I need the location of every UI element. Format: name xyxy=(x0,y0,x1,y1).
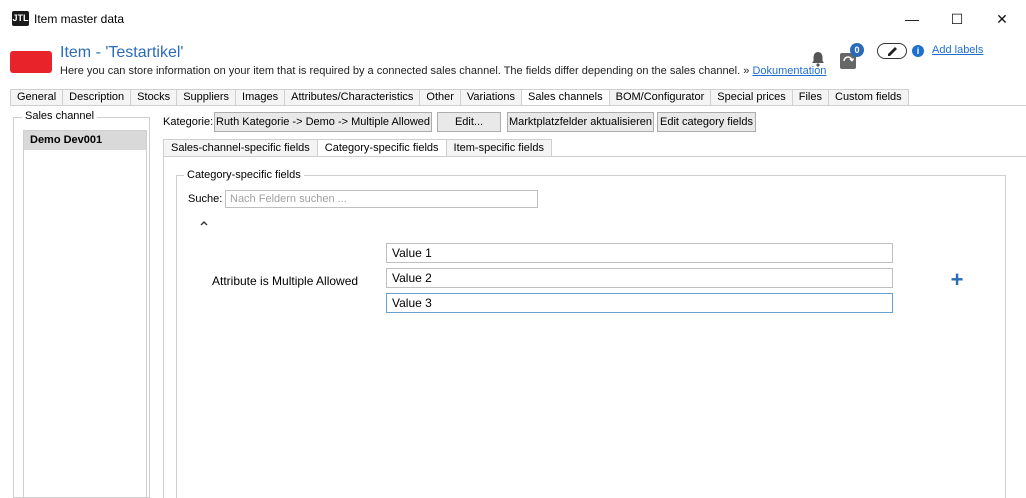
tab-general[interactable]: General xyxy=(10,89,63,106)
subtab-sales-channel-fields[interactable]: Sales-channel-specific fields xyxy=(163,139,317,157)
tab-stocks[interactable]: Stocks xyxy=(130,89,177,106)
category-fields-legend: Category-specific fields xyxy=(184,169,304,181)
chevron-up-icon[interactable] xyxy=(199,218,209,228)
sales-channel-item[interactable]: Demo Dev001 xyxy=(24,131,146,150)
tab-bom-configurator[interactable]: BOM/Configurator xyxy=(608,89,711,106)
tab-files[interactable]: Files xyxy=(791,89,828,106)
category-path-button[interactable]: Ruth Kategorie -> Demo -> Multiple Allow… xyxy=(214,112,432,132)
add-value-button[interactable]: + xyxy=(948,269,966,291)
attribute-label: Attribute is Multiple Allowed xyxy=(212,274,359,288)
minimize-button[interactable]: — xyxy=(897,8,927,30)
tab-other[interactable]: Other xyxy=(419,89,460,106)
subtab-category-fields[interactable]: Category-specific fields xyxy=(316,139,446,157)
tab-variations[interactable]: Variations xyxy=(459,89,522,106)
tab-custom-fields[interactable]: Custom fields xyxy=(828,89,909,106)
bell-icon[interactable] xyxy=(809,50,827,68)
edit-labels-button[interactable] xyxy=(877,43,907,59)
item-color-swatch[interactable] xyxy=(10,51,52,73)
sub-tabs: Sales-channel-specific fields Category-s… xyxy=(163,139,552,157)
value-field-1[interactable]: Value 1 xyxy=(386,243,893,263)
maximize-button[interactable]: ☐ xyxy=(942,8,972,30)
add-labels-link[interactable]: Add labels xyxy=(932,44,983,56)
edit-category-button[interactable]: Edit... xyxy=(437,112,501,132)
tab-attributes[interactable]: Attributes/Characteristics xyxy=(284,89,420,106)
title-bar: JTL Item master data — ☐ ✕ xyxy=(0,0,1026,38)
main-tabs: General Description Stocks Suppliers Ima… xyxy=(10,89,909,106)
notification-badge: 0 xyxy=(850,43,864,57)
window-title: Item master data xyxy=(34,12,125,26)
item-title: Item - 'Testartikel' xyxy=(60,44,184,61)
tab-images[interactable]: Images xyxy=(235,89,285,106)
search-input[interactable] xyxy=(225,190,538,208)
sales-channel-legend: Sales channel xyxy=(22,110,98,122)
category-label: Kategorie: xyxy=(163,116,214,128)
category-fields-group xyxy=(176,175,1006,498)
description-text: Here you can store information on your i… xyxy=(60,65,741,77)
search-label: Suche: xyxy=(188,193,223,205)
value-field-3[interactable]: Value 3 xyxy=(386,293,893,313)
edit-category-fields-button[interactable]: Edit category fields xyxy=(657,112,756,132)
pencil-icon xyxy=(888,47,897,56)
item-description: Here you can store information on your i… xyxy=(60,65,826,77)
close-button[interactable]: ✕ xyxy=(987,8,1017,30)
subtab-item-fields[interactable]: Item-specific fields xyxy=(445,139,552,157)
description-arrow: » xyxy=(743,65,750,77)
info-icon: i xyxy=(912,45,924,57)
tab-divider xyxy=(10,105,1026,106)
update-marketplace-fields-button[interactable]: Marktplatzfelder aktualisieren xyxy=(507,112,654,132)
sales-channel-list[interactable]: Demo Dev001 xyxy=(23,130,147,498)
value-field-2[interactable]: Value 2 xyxy=(386,268,893,288)
tab-suppliers[interactable]: Suppliers xyxy=(176,89,236,106)
tab-sales-channels[interactable]: Sales channels xyxy=(521,89,609,106)
tab-description[interactable]: Description xyxy=(62,89,131,106)
tab-special-prices[interactable]: Special prices xyxy=(710,89,792,106)
app-logo: JTL xyxy=(12,11,29,26)
